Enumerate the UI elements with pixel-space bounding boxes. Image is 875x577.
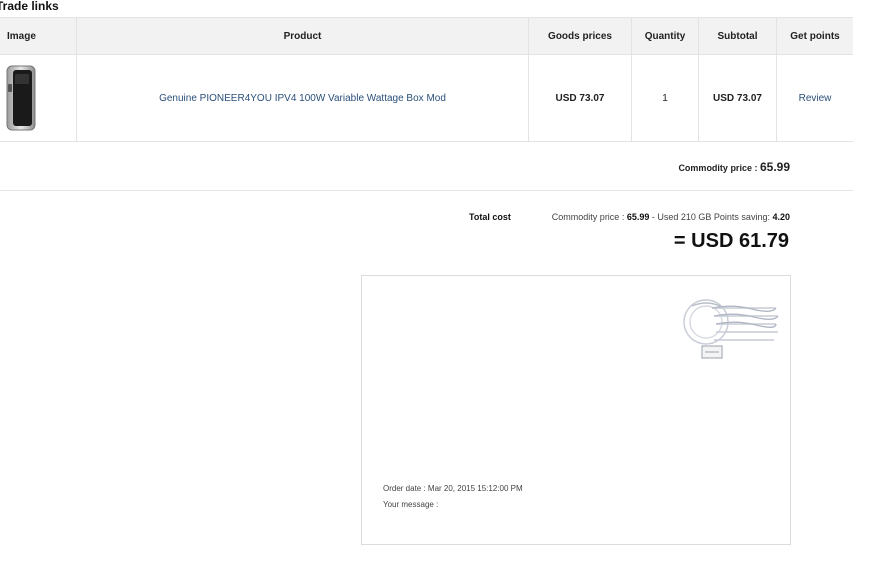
total-commodity-label: Commodity price : [551, 212, 625, 222]
table-row: Genuine PIONEER4YOU IPV4 100W Variable W… [0, 54, 853, 142]
column-header-subtotal: Subtotal [698, 17, 777, 55]
commodity-price-row: Commodity price : 65.99 [678, 160, 790, 174]
points-saving-text: - Used 210 GB Points saving: [651, 212, 770, 222]
goods-price: USD 73.07 [555, 92, 605, 104]
order-message-card: Order date : Mar 20, 2015 15:12:00 PM Yo… [361, 275, 791, 545]
total-cost-detail: Commodity price : 65.99 - Used 210 GB Po… [552, 212, 790, 222]
postmark-stamp-icon [672, 286, 782, 361]
review-link[interactable]: Review [799, 93, 832, 104]
product-name-link[interactable]: Genuine PIONEER4YOU IPV4 100W Variable W… [159, 93, 446, 104]
divider [0, 190, 853, 191]
section-title: Trade links [0, 0, 59, 13]
commodity-price-label: Commodity price : [678, 163, 758, 173]
commodity-price-value: 65.99 [759, 160, 790, 174]
column-header-goods-prices: Goods prices [528, 17, 632, 55]
column-header-image: Image [0, 17, 77, 55]
subtotal-value: USD 73.07 [713, 92, 762, 104]
quantity-value: 1 [662, 92, 668, 104]
column-header-quantity: Quantity [631, 17, 699, 55]
grand-total: = USD 61.79 [673, 230, 789, 252]
order-date: Order date : Mar 20, 2015 15:12:00 PM [383, 484, 523, 493]
goods-price-cell: USD 73.07 [528, 54, 632, 142]
table-header-row: Image Product Goods prices Quantity Subt… [0, 17, 853, 55]
column-header-get-points: Get points [776, 17, 853, 55]
quantity-cell: 1 [631, 54, 699, 142]
box-mod-product-image[interactable] [5, 64, 37, 132]
subtotal-cell: USD 73.07 [698, 54, 777, 142]
product-image-cell [0, 54, 77, 142]
get-points-cell: Review [776, 54, 853, 142]
your-message-label: Your message : [383, 500, 439, 509]
product-name-cell: Genuine PIONEER4YOU IPV4 100W Variable W… [76, 54, 529, 142]
points-saving-value: 4.20 [772, 212, 790, 222]
order-items-table: Image Product Goods prices Quantity Subt… [0, 17, 853, 142]
total-commodity-value: 65.99 [626, 212, 650, 222]
column-header-product: Product [76, 17, 529, 55]
total-cost-label: Total cost [469, 212, 511, 222]
